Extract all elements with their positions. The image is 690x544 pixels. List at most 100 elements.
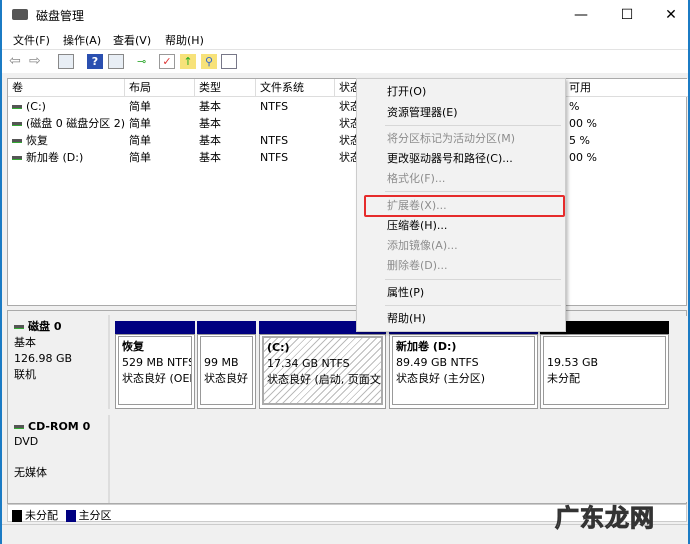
cell-filesystem: NTFS — [260, 98, 288, 115]
volume-list: 卷 布局 类型 文件系统 状态 可用 (C:) 简单 基本 NTFS 状态% (磁盘 0 … — [7, 78, 688, 306]
context-menu-item[interactable]: 更改驱动器号和路径(C)... — [387, 149, 513, 169]
cell-type: 基本 — [199, 149, 221, 166]
partition-name: 恢复 — [122, 340, 144, 353]
column-header-type[interactable]: 类型 — [195, 79, 256, 97]
partition-name — [547, 339, 662, 355]
help-icon[interactable]: ? — [87, 54, 103, 69]
partition-body: 新加卷 (D:) 89.49 GB NTFS 状态良好 (主分区) — [392, 336, 535, 405]
console-tree-icon[interactable] — [58, 54, 74, 69]
context-menu-item[interactable]: 添加镜像(A)... — [387, 236, 458, 256]
context-menu-item[interactable]: 打开(O) — [387, 82, 426, 102]
table-row[interactable]: 恢复 简单 基本 NTFS 状态 5 % — [8, 132, 686, 149]
cell-layout: 简单 — [129, 132, 151, 149]
cell-text: (C:) — [26, 100, 46, 113]
cell-free: 5 % — [569, 132, 590, 149]
menu-separator — [385, 305, 561, 306]
column-header-volume[interactable]: 卷 — [8, 79, 125, 97]
minimize-button[interactable]: — — [558, 0, 604, 30]
properties-icon[interactable] — [221, 54, 237, 69]
vertical-scrollbar[interactable] — [679, 316, 687, 502]
volume-icon — [12, 139, 22, 143]
cdrom-0-label[interactable]: CD-ROM 0 DVD 无媒体 — [9, 415, 110, 503]
partition-size: 99 MB — [204, 356, 239, 369]
partition[interactable]: 新加卷 (D:) 89.49 GB NTFS 状态良好 (主分区) — [389, 321, 538, 409]
column-header-filesystem[interactable]: 文件系统 — [256, 79, 335, 97]
legend-swatch-primary — [65, 510, 76, 522]
table-row[interactable]: 新加卷 (D:) 简单 基本 NTFS 状态 00 % — [8, 149, 686, 166]
cell-text: 基本 — [199, 134, 221, 147]
title-bar: 磁盘管理 — ☐ ✕ — [2, 0, 688, 30]
table-row[interactable]: (C:) 简单 基本 NTFS 状态% — [8, 98, 686, 115]
cell-text: % — [569, 100, 580, 113]
cell-text: 00 % — [569, 151, 597, 164]
checklist-icon[interactable]: ✓ — [159, 54, 175, 69]
volume-icon — [12, 156, 22, 160]
menu-separator — [385, 125, 561, 126]
cell-volume: 恢复 — [12, 132, 48, 149]
cell-text: 简单 — [129, 151, 151, 164]
cell-type: 基本 — [199, 115, 221, 132]
partition-size: 19.53 GB — [547, 356, 599, 369]
forward-icon[interactable]: ⇨ — [29, 54, 45, 69]
partition[interactable]: 恢复 529 MB NTFS 状态良好 (OEM — [115, 321, 195, 409]
volume-icon — [12, 122, 22, 126]
highlight-box-extend-volume — [364, 195, 565, 217]
partition-body: 恢复 529 MB NTFS 状态良好 (OEM — [118, 336, 192, 405]
cell-text: NTFS — [260, 134, 289, 147]
context-menu-item[interactable]: 压缩卷(H)... — [387, 216, 447, 236]
folder-search-icon[interactable]: ⚲ — [201, 54, 217, 69]
disk-icon — [14, 325, 24, 329]
cell-volume: (磁盘 0 磁盘分区 2) — [12, 115, 125, 132]
column-header-free[interactable]: 可用 — [565, 79, 688, 97]
partition-name: 新加卷 (D:) — [396, 340, 457, 353]
menu-bar: 文件(F) 操作(A) 查看(V) 帮助(H) — [2, 30, 688, 49]
partition[interactable]: 99 MB 状态良好 — [197, 321, 256, 409]
context-menu-item[interactable]: 格式化(F)... — [387, 169, 445, 189]
cell-text: NTFS — [260, 100, 289, 113]
partition-body: 99 MB 状态良好 — [200, 336, 253, 405]
folder-up-icon[interactable]: ↑ — [180, 54, 196, 69]
context-menu-item[interactable]: 属性(P) — [387, 283, 424, 303]
cell-type: 基本 — [199, 132, 221, 149]
table-row[interactable]: (磁盘 0 磁盘分区 2) 简单 基本 状态 00 % — [8, 115, 686, 132]
context-menu-item[interactable]: 删除卷(D)... — [387, 256, 448, 276]
cell-text: 简单 — [129, 117, 151, 130]
disk-size: 126.98 GB — [14, 352, 73, 365]
maximize-button[interactable]: ☐ — [604, 0, 650, 30]
cell-free: 00 % — [569, 115, 597, 132]
disk-app-icon — [12, 9, 28, 20]
cell-text: 基本 — [199, 100, 221, 113]
action-pane-icon[interactable] — [108, 54, 124, 69]
partition-body: 19.53 GB 未分配 — [543, 336, 666, 405]
partition[interactable]: (C:) 17.34 GB NTFS 状态良好 (启动, 页面文件 — [259, 321, 386, 409]
close-button[interactable]: ✕ — [648, 0, 690, 30]
connect-icon[interactable]: ⊸ — [137, 54, 153, 69]
cell-filesystem: NTFS — [260, 132, 288, 149]
partition-status: 状态良好 (启动, 页面文件 — [267, 373, 383, 386]
menu-help[interactable]: 帮助(H) — [165, 32, 204, 48]
cell-free: % — [569, 98, 579, 115]
cdrom-name: CD-ROM 0 — [28, 420, 91, 433]
partition[interactable]: 19.53 GB 未分配 — [540, 321, 669, 409]
partition-status: 未分配 — [547, 372, 580, 385]
disk-management-window: 磁盘管理 — ☐ ✕ 文件(F) 操作(A) 查看(V) 帮助(H) ⇦ ⇨ ?… — [0, 0, 690, 544]
volume-icon — [12, 105, 22, 109]
cdrom-icon — [14, 425, 24, 429]
partition-size: 529 MB NTFS — [122, 356, 192, 369]
cell-text: 恢复 — [26, 134, 48, 147]
column-header-layout[interactable]: 布局 — [125, 79, 195, 97]
cell-text: 新加卷 (D:) — [26, 151, 84, 164]
menu-action[interactable]: 操作(A) — [63, 32, 101, 48]
context-menu-item[interactable]: 资源管理器(E) — [387, 103, 458, 123]
partition-status: 状态良好 (OEM — [122, 372, 192, 385]
back-icon[interactable]: ⇦ — [9, 54, 25, 69]
cell-text: 基本 — [199, 117, 221, 130]
legend-primary: 主分区 — [78, 509, 112, 522]
disk-0-label[interactable]: 磁盘 0 基本 126.98 GB 联机 — [9, 315, 110, 409]
menu-view[interactable]: 查看(V) — [113, 32, 151, 48]
cdrom-type: DVD — [14, 435, 39, 448]
context-menu-item[interactable]: 将分区标记为活动分区(M) — [387, 129, 515, 149]
legend-unallocated: 未分配 — [25, 509, 58, 522]
context-menu-item[interactable]: 帮助(H) — [387, 309, 426, 329]
menu-file[interactable]: 文件(F) — [13, 32, 50, 48]
